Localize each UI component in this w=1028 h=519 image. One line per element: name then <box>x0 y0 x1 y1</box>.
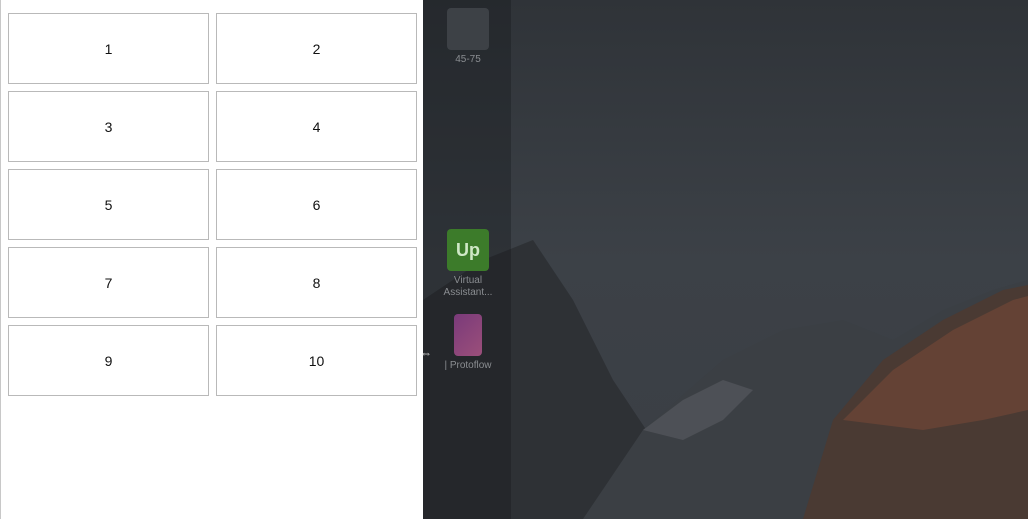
resize-cursor-icon: ⇔ <box>420 346 432 360</box>
folder-icon <box>447 8 489 50</box>
tile-7[interactable]: 7 <box>8 247 209 318</box>
tile-panel: 1 2 3 4 5 6 7 8 9 10 <box>0 0 423 519</box>
tile-4[interactable]: 4 <box>216 91 417 162</box>
tile-8[interactable]: 8 <box>216 247 417 318</box>
tile-10[interactable]: 10 <box>216 325 417 396</box>
desktop-icon-label: Virtual Assistant... <box>443 275 493 298</box>
tile-grid: 1 2 3 4 5 6 7 8 9 10 <box>8 13 417 396</box>
tile-6[interactable]: 6 <box>216 169 417 240</box>
desktop-icon-label: 45-75 <box>455 54 481 65</box>
tile-9[interactable]: 9 <box>8 325 209 396</box>
tile-1[interactable]: 1 <box>8 13 209 84</box>
tile-3[interactable]: 3 <box>8 91 209 162</box>
desktop-icon-label: | Protoflow <box>444 360 492 371</box>
upwork-icon: Up <box>447 229 489 271</box>
mountain-wallpaper <box>423 0 1028 519</box>
desktop-icon-folder[interactable]: 45-75 <box>436 8 500 66</box>
tile-2[interactable]: 2 <box>216 13 417 84</box>
desktop-icon-protoflow[interactable]: | Protoflow <box>436 314 500 372</box>
desktop-background: 45-75 Up Virtual Assistant... | Protoflo… <box>423 0 1028 519</box>
desktop-icon-virtual-assistant[interactable]: Up Virtual Assistant... <box>436 229 500 299</box>
protoflow-icon <box>454 314 482 356</box>
tile-5[interactable]: 5 <box>8 169 209 240</box>
